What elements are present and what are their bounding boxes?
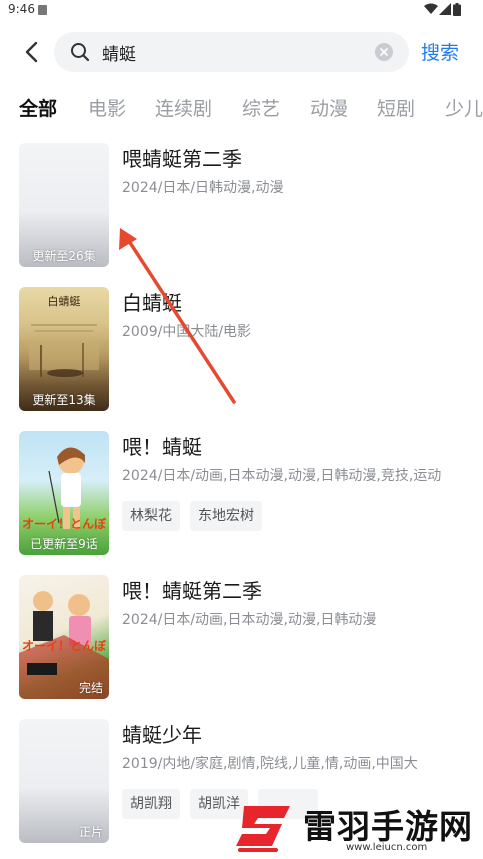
poster-image: オーイ！とんぼ 已更新至9话 bbox=[19, 431, 109, 555]
search-icon bbox=[71, 43, 90, 62]
cast-tag[interactable]: 东地宏树 bbox=[190, 501, 262, 531]
back-arrow-icon bbox=[25, 41, 38, 63]
notification-icon bbox=[38, 5, 47, 15]
result-meta: 2024/日本/动画,日本动漫,动漫,日韩动漫,竞技,运动 bbox=[122, 468, 442, 484]
poster-badge: 更新至26集 bbox=[32, 249, 96, 263]
result-meta: 2019/内地/家庭,剧情,院线,儿童,情,动画,中国大 bbox=[122, 756, 418, 772]
result-meta: 2024/日本/日韩动漫,动漫 bbox=[122, 180, 284, 196]
search-button[interactable]: 搜索 bbox=[421, 38, 459, 65]
result-title: 喂！蜻蜓第二季 bbox=[122, 579, 262, 603]
poster-badge: 完结 bbox=[78, 681, 103, 695]
result-title: 喂！蜻蜓 bbox=[122, 435, 202, 459]
poster-badge: 已更新至9话 bbox=[30, 537, 98, 551]
clear-icon bbox=[380, 48, 388, 56]
signal-icon bbox=[439, 3, 451, 15]
result-item[interactable]: 白蜻蜓 更新至13集 白蜻蜓 2009/中国大陆/电影 bbox=[0, 287, 483, 417]
result-item[interactable]: 更新至26集 喂蜻蜓第二季 2024/日本/日韩动漫,动漫 bbox=[0, 143, 483, 273]
poster-image: オーイ！とんぼ 完结 bbox=[19, 575, 109, 699]
cast-tag[interactable]: 胡凯翔 bbox=[122, 789, 180, 819]
search-input[interactable] bbox=[102, 38, 362, 66]
poster-image: 更新至26集 bbox=[19, 143, 109, 267]
back-button[interactable] bbox=[20, 38, 42, 66]
poster-title-text: 白蜻蜓 bbox=[47, 295, 81, 308]
result-item[interactable]: オーイ！とんぼ 已更新至9话 喂！蜻蜓 2024/日本/动画,日本动漫,动漫,日… bbox=[0, 431, 483, 561]
watermark-logo bbox=[236, 806, 290, 852]
result-meta: 2009/中国大陆/电影 bbox=[122, 324, 252, 340]
result-item[interactable]: オーイ！とんぼ 完结 喂！蜻蜓第二季 2024/日本/动画,日本动漫,动漫,日韩… bbox=[0, 575, 483, 705]
poster-badge: 更新至13集 bbox=[32, 393, 96, 407]
tab-variety[interactable]: 综艺 bbox=[242, 94, 280, 121]
battery-icon bbox=[453, 3, 461, 16]
poster-title-text: オーイ！とんぼ bbox=[21, 639, 106, 653]
tab-all[interactable]: 全部 bbox=[19, 94, 57, 121]
watermark-url: www.leiucn.com bbox=[346, 842, 428, 853]
result-title: 蜻蜓少年 bbox=[122, 723, 202, 747]
result-title: 喂蜻蜓第二季 bbox=[122, 147, 242, 171]
tab-series[interactable]: 连续剧 bbox=[155, 94, 212, 121]
tab-short-drama[interactable]: 短剧 bbox=[377, 94, 415, 121]
result-meta: 2024/日本/动画,日本动漫,动漫,日韩动漫 bbox=[122, 612, 377, 628]
status-time: 9:46 bbox=[8, 2, 35, 16]
watermark-name: 雷羽手游网 bbox=[303, 807, 473, 846]
status-bar: 9:46 bbox=[0, 0, 483, 22]
cast-tag[interactable]: 林梨花 bbox=[122, 501, 180, 531]
result-title: 白蜻蜓 bbox=[122, 291, 182, 315]
tab-kids[interactable]: 少儿 bbox=[445, 94, 483, 121]
tab-anime[interactable]: 动漫 bbox=[310, 94, 348, 121]
tab-movie[interactable]: 电影 bbox=[88, 94, 126, 121]
poster-badge: 正片 bbox=[78, 825, 103, 839]
clear-button[interactable] bbox=[375, 43, 393, 61]
poster-title-text: オーイ！とんぼ bbox=[21, 517, 106, 531]
category-tabs: 全部 电影 连续剧 综艺 动漫 短剧 少儿 bbox=[0, 90, 483, 126]
search-box[interactable] bbox=[54, 32, 409, 72]
poster-image: 正片 bbox=[19, 719, 109, 843]
wifi-icon bbox=[424, 3, 438, 14]
poster-image: 白蜻蜓 更新至13集 bbox=[19, 287, 109, 411]
